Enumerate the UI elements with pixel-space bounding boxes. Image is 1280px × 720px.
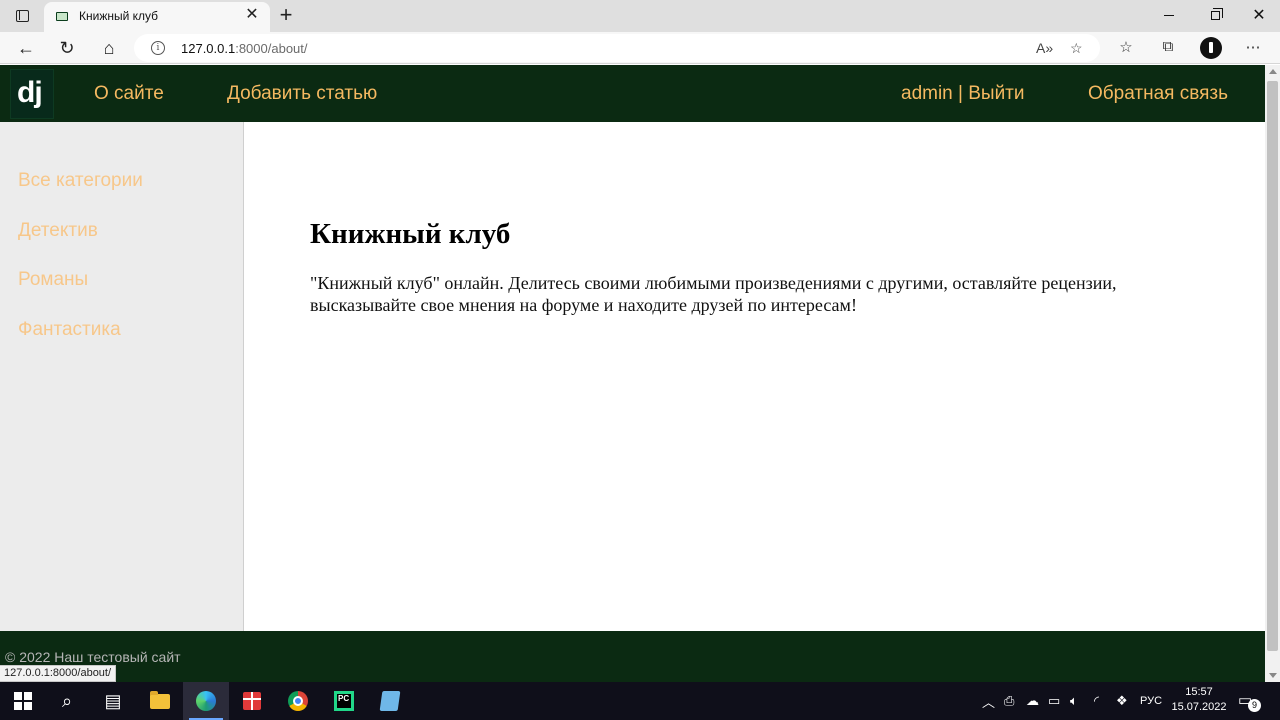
scroll-up-icon[interactable]	[1269, 69, 1277, 74]
sidebar-item-detective[interactable]: Детектив	[18, 220, 98, 242]
tab-close-icon[interactable]: ✕	[242, 5, 262, 25]
category-sidebar: Все категории Детектив Романы Фантастика	[0, 122, 244, 631]
read-aloud-icon[interactable]: A»	[1036, 40, 1053, 56]
gift-icon[interactable]	[229, 682, 275, 720]
file-explorer-icon[interactable]	[137, 682, 183, 720]
edge-icon[interactable]	[183, 682, 229, 720]
windows-taskbar: ⌕ ▤ PC ︿ ⎙ ☁ ▭ 🔈︎ ◜ ❖ РУС 15:57 15.07.20…	[0, 682, 1280, 720]
site-header: dj О сайте Добавить статью admin | Выйти…	[0, 65, 1265, 122]
home-icon[interactable]: ⌂	[96, 35, 122, 61]
collections-icon[interactable]: ⧉	[1157, 38, 1179, 55]
site-info-icon[interactable]: i	[151, 41, 165, 55]
windows-start-icon[interactable]	[0, 682, 46, 720]
main-content: Книжный клуб "Книжный клуб" онлайн. Дели…	[245, 122, 1265, 631]
device-icon[interactable]: ⎙	[1004, 682, 1014, 720]
tab-favicon-icon	[56, 12, 68, 21]
logo-text: dj	[17, 76, 43, 109]
network-icon[interactable]: ◜	[1094, 682, 1099, 720]
scrollbar-thumb[interactable]	[1267, 81, 1278, 651]
new-tab-button[interactable]: +	[274, 2, 298, 28]
add-favorite-icon[interactable]: ☆	[1070, 40, 1083, 57]
nav-add-article-link[interactable]: Добавить статью	[227, 83, 377, 105]
refresh-icon[interactable]: ↻	[54, 35, 80, 61]
window-restore-button[interactable]	[1192, 0, 1238, 30]
web-page: dj О сайте Добавить статью admin | Выйти…	[0, 65, 1265, 682]
task-view-icon[interactable]: ▤	[90, 682, 136, 720]
more-options-icon[interactable]: ⋯	[1242, 38, 1264, 56]
page-description: "Книжный клуб" онлайн. Делитесь своими л…	[310, 273, 1117, 315]
address-url[interactable]: 127.0.0.1:8000/about/	[181, 41, 308, 56]
window-minimize-button[interactable]	[1146, 0, 1192, 30]
sidebar-item-fantasy[interactable]: Фантастика	[18, 319, 121, 341]
battery-icon[interactable]: ▭	[1048, 682, 1060, 720]
window-close-button[interactable]: ✕	[1236, 0, 1280, 30]
nav-user-logout-link[interactable]: admin | Выйти	[901, 83, 1025, 105]
volume-icon[interactable]: 🔈︎	[1070, 682, 1078, 720]
dropbox-icon[interactable]: ❖	[1116, 682, 1128, 720]
nav-about-link[interactable]: О сайте	[94, 83, 164, 105]
favorites-icon[interactable]: ☆	[1115, 38, 1137, 56]
clock-time: 15:57	[1185, 686, 1213, 698]
sidebar-item-all-categories[interactable]: Все категории	[18, 170, 143, 192]
clock-date: 15.07.2022	[1171, 701, 1227, 713]
sidebar-item-novels[interactable]: Романы	[18, 269, 88, 291]
page-title: Книжный клуб	[310, 218, 511, 250]
taskbar-clock[interactable]: 15:57 15.07.2022	[1168, 685, 1230, 715]
onedrive-icon[interactable]: ☁	[1026, 682, 1039, 720]
django-logo[interactable]: dj	[10, 69, 54, 119]
scroll-down-icon[interactable]	[1269, 673, 1277, 678]
page-scrollbar[interactable]	[1265, 65, 1280, 682]
search-icon[interactable]: ⌕	[44, 682, 90, 720]
browser-tab[interactable]: Книжный клуб ✕	[44, 2, 270, 32]
show-hidden-icons-icon[interactable]: ︿	[982, 682, 995, 720]
tab-title: Книжный клуб	[79, 9, 159, 23]
language-indicator[interactable]: РУС	[1140, 682, 1162, 720]
chrome-icon[interactable]	[275, 682, 321, 720]
notepad-icon[interactable]	[367, 682, 413, 720]
address-bar[interactable]: i 127.0.0.1:8000/about/ A» ☆	[134, 34, 1100, 62]
back-arrow-icon[interactable]: ←	[13, 35, 39, 61]
pycharm-icon[interactable]: PC	[321, 682, 367, 720]
browser-tab-strip: Книжный клуб ✕ + ✕	[0, 0, 1280, 32]
nav-feedback-link[interactable]: Обратная связь	[1088, 83, 1228, 105]
browser-toolbar: ← ↻ ⌂ i 127.0.0.1:8000/about/ A» ☆ ☆ ⧉ ⋯	[0, 32, 1280, 64]
profile-avatar[interactable]	[1200, 37, 1222, 59]
tab-actions-icon[interactable]	[8, 6, 36, 26]
site-footer: © 2022 Наш тестовый сайт	[0, 631, 1265, 682]
notification-center-icon[interactable]: ▭ 9	[1238, 691, 1261, 712]
status-bar-url: 127.0.0.1:8000/about/	[0, 665, 117, 682]
notification-count-badge: 9	[1248, 699, 1261, 712]
footer-copyright: © 2022 Наш тестовый сайт	[5, 649, 181, 665]
